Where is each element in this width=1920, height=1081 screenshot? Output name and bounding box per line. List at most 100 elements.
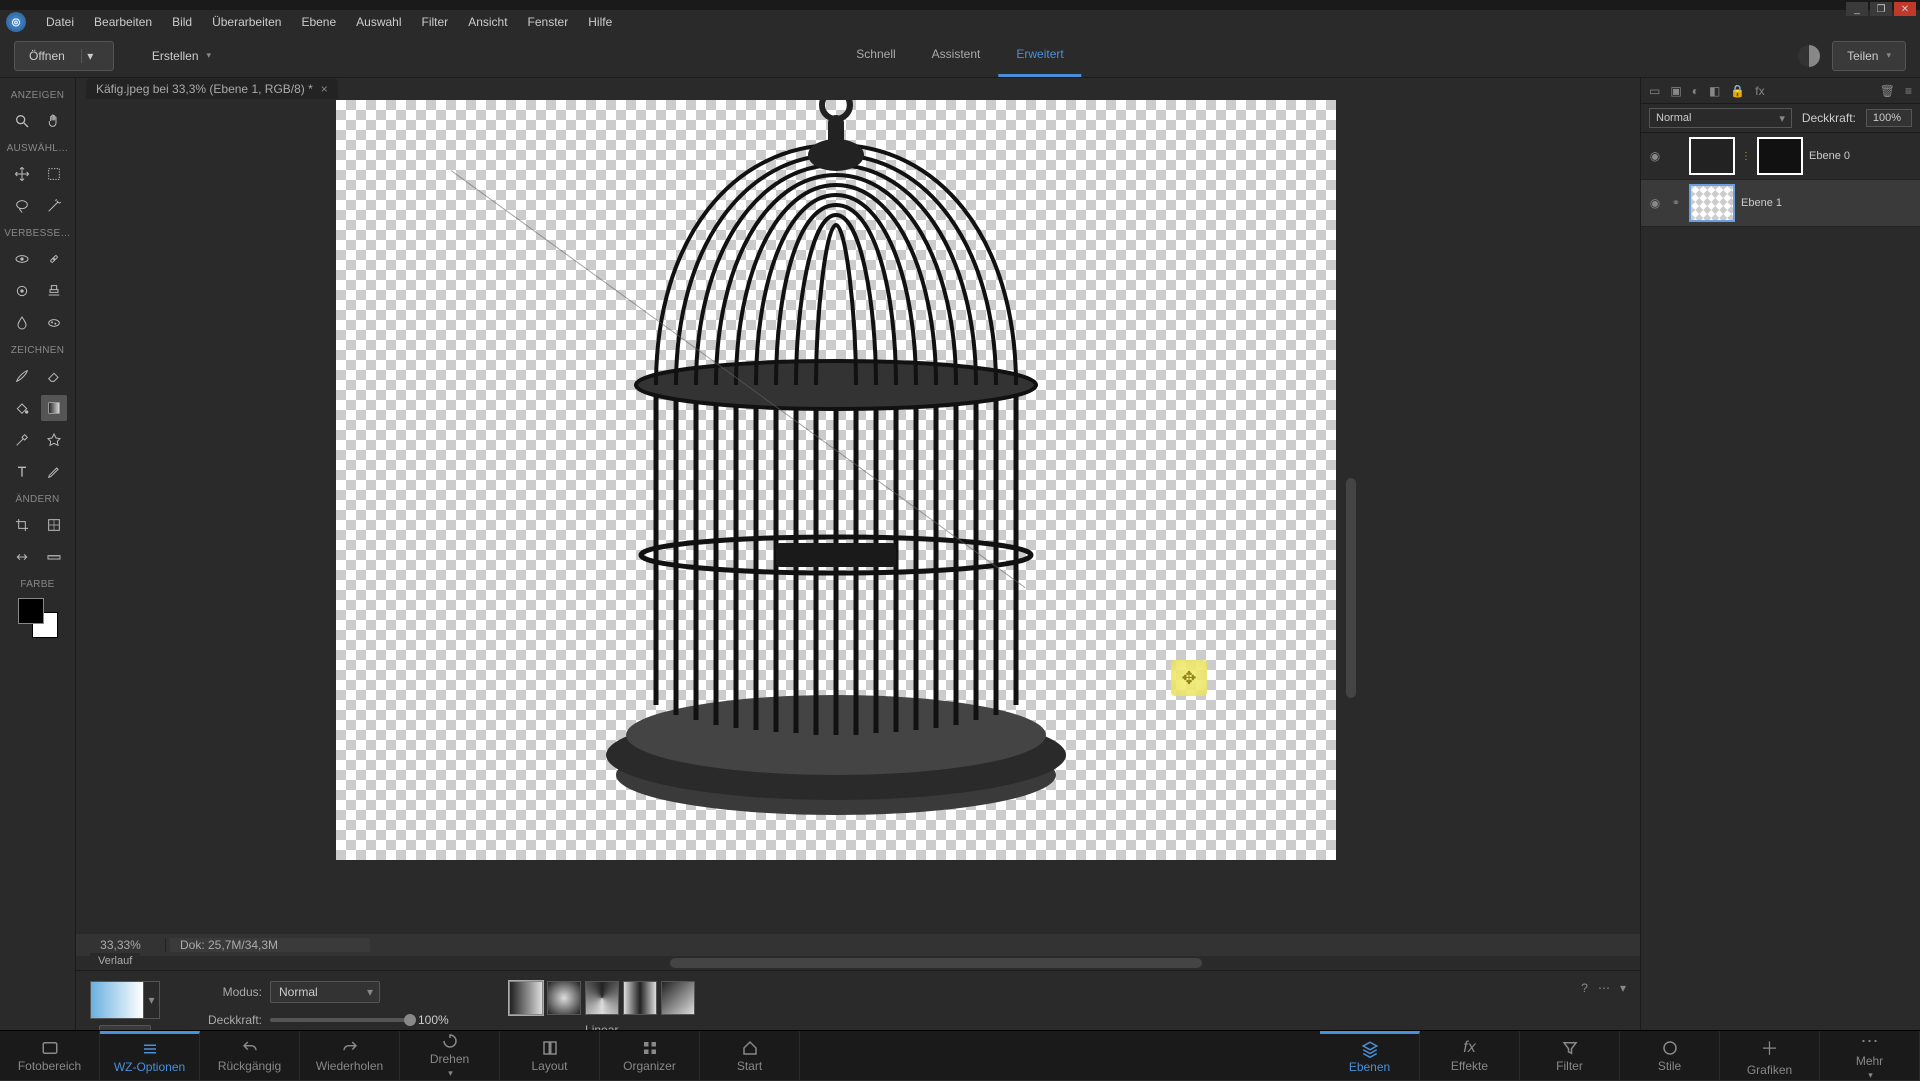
options-more-icon[interactable]: ⋯ (1598, 981, 1610, 995)
content-move-icon[interactable] (9, 544, 35, 570)
bb-rueckgaengig[interactable]: Rückgängig (200, 1031, 300, 1080)
gradient-preset-dropdown-icon[interactable]: ▾ (144, 981, 160, 1019)
bb-start[interactable]: Start (700, 1031, 800, 1080)
options-collapse-icon[interactable]: ▾ (1620, 981, 1626, 995)
mask-icon[interactable]: ◧ (1709, 84, 1720, 98)
horizontal-scrollbar[interactable] (76, 956, 1640, 970)
wand-tool-icon[interactable] (41, 193, 67, 219)
vertical-scroll-thumb[interactable] (1346, 478, 1356, 698)
menu-datei[interactable]: Datei (36, 11, 84, 33)
menu-bearbeiten[interactable]: Bearbeiten (84, 11, 162, 33)
open-button[interactable]: Öffnen ▾ (14, 41, 114, 71)
share-button[interactable]: Teilen ▾ (1832, 41, 1906, 71)
layer-visibility-icon[interactable]: ◉ (1647, 149, 1663, 163)
brush-tool-icon[interactable] (9, 363, 35, 389)
eyedropper-tool-icon[interactable] (9, 427, 35, 453)
bb-ebenen[interactable]: Ebenen (1320, 1031, 1420, 1080)
mode-select[interactable]: Normal (270, 981, 380, 1003)
hand-tool-icon[interactable] (41, 108, 67, 134)
gradient-type-diamond[interactable] (661, 981, 695, 1015)
bb-filter[interactable]: Filter (1520, 1031, 1620, 1080)
gradient-type-radial[interactable] (547, 981, 581, 1015)
shape-tool-icon[interactable] (41, 427, 67, 453)
options-help-icon[interactable]: ? (1581, 981, 1588, 995)
blur-tool-icon[interactable] (9, 310, 35, 336)
tab-assistent[interactable]: Assistent (914, 34, 999, 77)
opacity-slider-thumb[interactable] (404, 1014, 416, 1026)
opacity-slider[interactable] (270, 1018, 410, 1022)
gradient-preview[interactable] (90, 981, 144, 1019)
fx-icon[interactable]: fx (1755, 84, 1764, 98)
color-swatches[interactable] (18, 598, 58, 638)
clone-stamp-icon[interactable] (41, 278, 67, 304)
window-minimize[interactable]: _ (1846, 2, 1868, 16)
layer-row-1[interactable]: ◉ ⚭ Ebene 1 (1641, 180, 1920, 227)
tab-erweitert[interactable]: Erweitert (998, 34, 1081, 77)
menu-hilfe[interactable]: Hilfe (578, 11, 622, 33)
create-dropdown-icon[interactable]: ▾ (207, 50, 212, 61)
text-tool-icon[interactable] (9, 459, 35, 485)
layer-link-icon[interactable]: ⚭ (1669, 198, 1683, 209)
open-dropdown-icon[interactable]: ▾ (81, 49, 99, 63)
zoom-readout[interactable]: 33,33% (76, 938, 166, 952)
layer-opacity-value[interactable]: 100% (1866, 109, 1912, 127)
menu-auswahl[interactable]: Auswahl (346, 11, 411, 33)
bb-wiederholen[interactable]: Wiederholen (300, 1031, 400, 1080)
window-maximize[interactable]: ❐ (1870, 2, 1892, 16)
bb-drehen[interactable]: Drehen▾ (400, 1031, 500, 1080)
blend-mode-select[interactable]: Normal (1649, 108, 1792, 128)
straighten-tool-icon[interactable] (41, 544, 67, 570)
eye-tool-icon[interactable] (9, 246, 35, 272)
layer-group-icon[interactable]: ▣ (1670, 84, 1681, 98)
bb-mehr[interactable]: ⋯Mehr▾ (1820, 1031, 1920, 1080)
vertical-scrollbar[interactable] (1344, 178, 1358, 828)
window-close[interactable]: ✕ (1894, 2, 1916, 16)
crop-tool-icon[interactable] (9, 512, 35, 538)
lock-layer-icon[interactable]: 🔒 (1730, 84, 1745, 98)
layer-thumbnail[interactable] (1689, 184, 1735, 222)
share-dropdown-icon[interactable]: ▾ (1886, 50, 1891, 61)
theme-toggle-icon[interactable] (1798, 45, 1820, 67)
menu-ansicht[interactable]: Ansicht (458, 11, 517, 33)
new-layer-icon[interactable]: ▭ (1649, 84, 1660, 98)
menu-filter[interactable]: Filter (412, 11, 459, 33)
menu-bild[interactable]: Bild (162, 11, 202, 33)
lasso-tool-icon[interactable] (9, 193, 35, 219)
layer-visibility-icon[interactable]: ◉ (1647, 196, 1663, 210)
sponge-tool-icon[interactable] (41, 310, 67, 336)
document-tab-close-icon[interactable]: × (321, 82, 328, 96)
gradient-type-linear[interactable] (509, 981, 543, 1015)
bb-wz-optionen[interactable]: WZ-Optionen (100, 1031, 200, 1080)
smart-brush-icon[interactable] (9, 278, 35, 304)
menu-ebene[interactable]: Ebene (291, 11, 346, 33)
document-canvas[interactable] (336, 100, 1336, 860)
layer-name[interactable]: Ebene 1 (1741, 197, 1914, 209)
delete-layer-icon[interactable]: 🗑 (1880, 84, 1895, 98)
zoom-tool-icon[interactable] (9, 108, 35, 134)
bb-fotobereich[interactable]: Fotobereich (0, 1031, 100, 1080)
adjust-layer-icon[interactable]: ◐ (1692, 84, 1699, 98)
layer-mask-link-icon[interactable]: ⋮ (1741, 151, 1751, 162)
bb-stile[interactable]: Stile (1620, 1031, 1720, 1080)
fill-tool-icon[interactable] (9, 395, 35, 421)
menu-fenster[interactable]: Fenster (518, 11, 579, 33)
gradient-type-reflected[interactable] (623, 981, 657, 1015)
horizontal-scroll-thumb[interactable] (670, 958, 1202, 968)
move-tool-icon[interactable] (9, 161, 35, 187)
layer-thumbnail[interactable] (1689, 137, 1735, 175)
create-button[interactable]: Erstellen ▾ (138, 41, 225, 71)
bb-layout[interactable]: Layout (500, 1031, 600, 1080)
heal-tool-icon[interactable] (41, 246, 67, 272)
canvas-viewport[interactable]: ✥ (76, 100, 1640, 934)
foreground-color-swatch[interactable] (18, 598, 44, 624)
bb-grafiken[interactable]: ＋Grafiken (1720, 1031, 1820, 1080)
menu-ueberarbeiten[interactable]: Überarbeiten (202, 11, 291, 33)
bb-effekte[interactable]: fxEffekte (1420, 1031, 1520, 1080)
document-tab[interactable]: Käfig.jpeg bei 33,3% (Ebene 1, RGB/8) * … (86, 79, 338, 99)
layer-mask-thumbnail[interactable] (1757, 137, 1803, 175)
gradient-type-angle[interactable] (585, 981, 619, 1015)
marquee-tool-icon[interactable] (41, 161, 67, 187)
panel-menu-icon[interactable]: ≡ (1905, 84, 1912, 98)
layer-row-0[interactable]: ◉ ⋮ Ebene 0 (1641, 133, 1920, 180)
bb-organizer[interactable]: Organizer (600, 1031, 700, 1080)
